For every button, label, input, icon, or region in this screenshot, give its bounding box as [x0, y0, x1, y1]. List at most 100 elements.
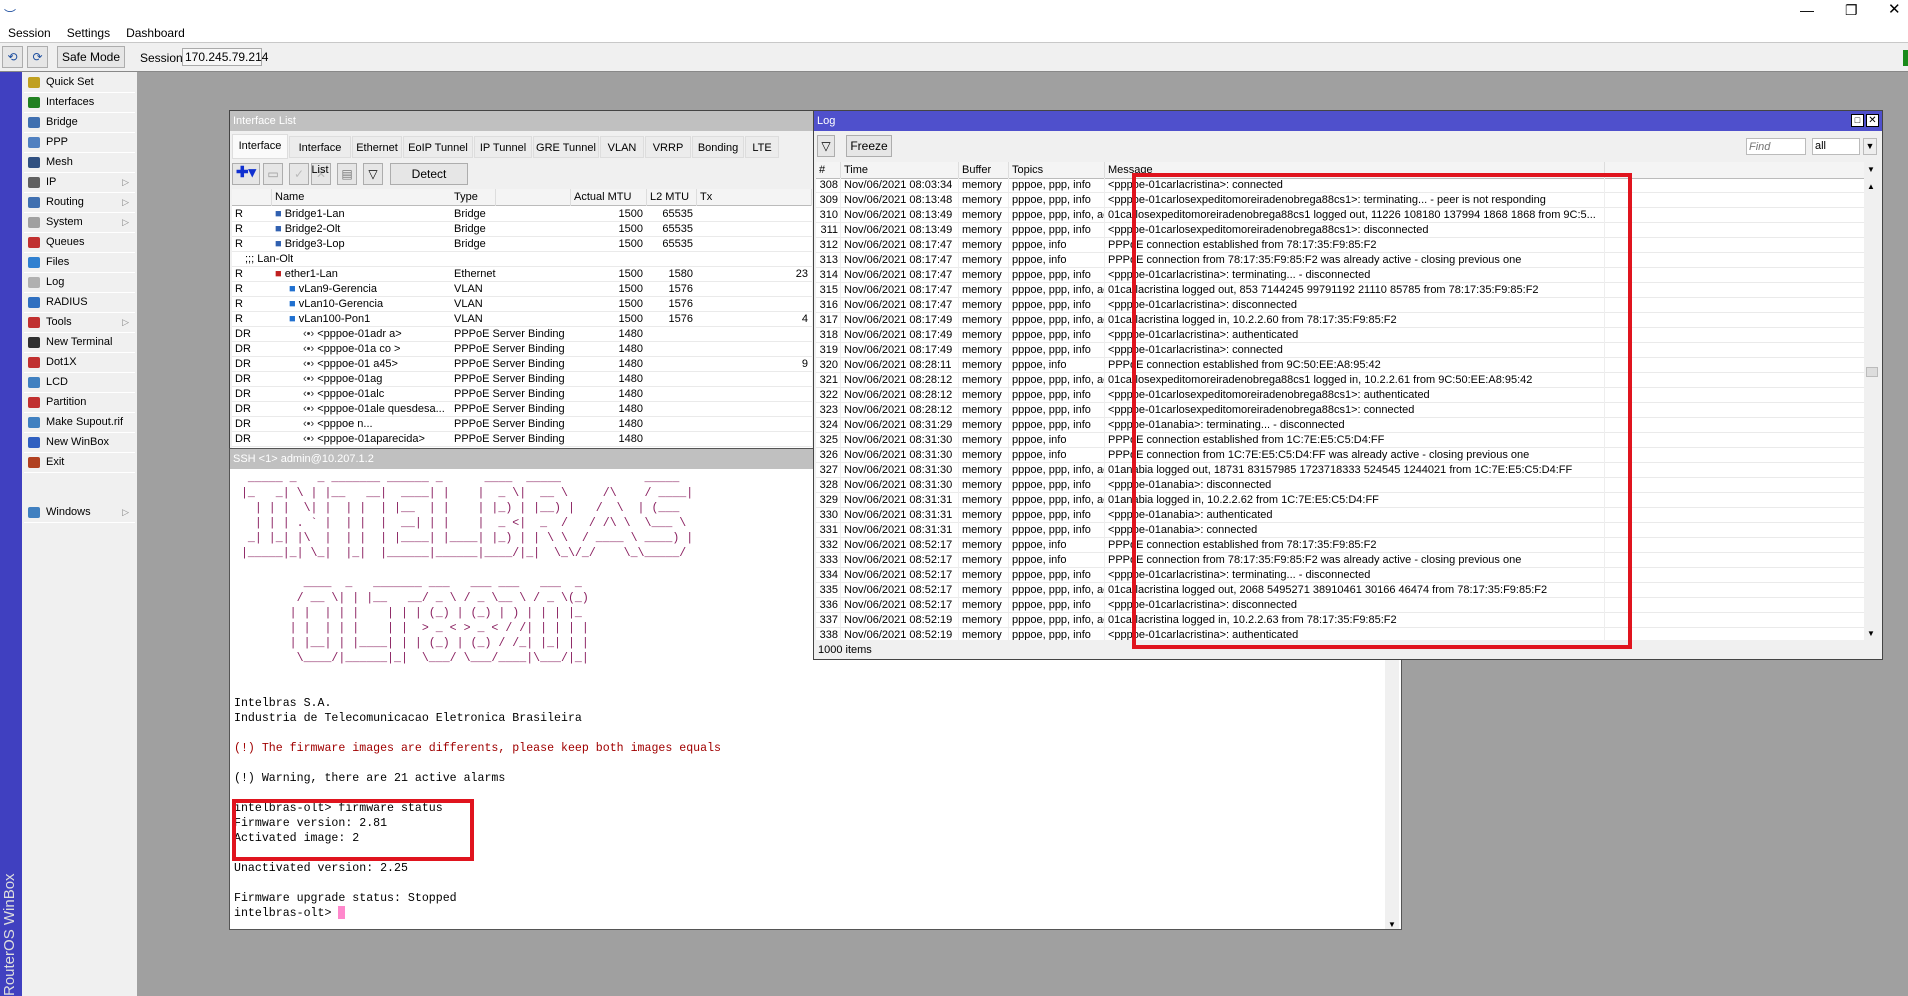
tab-lte[interactable]: LTE	[745, 136, 779, 158]
tab-interface[interactable]: Interface	[232, 134, 288, 159]
mtu-cell: 1500	[618, 298, 643, 310]
column-header[interactable]: Actual MTU	[571, 189, 647, 206]
submenu-arrow-icon: ▷	[122, 507, 129, 517]
column-header[interactable]: Buffer	[959, 162, 1009, 179]
sidebar-item-bridge[interactable]: Bridge	[24, 113, 135, 133]
sidebar-item-log[interactable]: Log	[24, 273, 135, 293]
sidebar-item-windows[interactable]: Windows ▷	[24, 503, 135, 523]
find-input[interactable]	[1746, 138, 1806, 155]
enable-button[interactable]: ✓	[289, 163, 309, 185]
close-window-button[interactable]: ✕	[1866, 114, 1879, 127]
safe-mode-button[interactable]: Safe Mode	[57, 46, 125, 68]
restore-button[interactable]: ❐	[1845, 0, 1858, 20]
sidebar-item-files[interactable]: Files	[24, 253, 135, 273]
menu-session[interactable]: Session	[0, 24, 59, 42]
table-row[interactable]: DR ‹•› <pppoe-01aparecida> PPPoE Server Bi…	[232, 432, 812, 447]
column-header[interactable]: Tx	[697, 189, 812, 206]
tab-eoip-tunnel[interactable]: EoIP Tunnel	[403, 136, 473, 158]
table-row[interactable]: R ■ ether1-Lan Ethernet 1500 1580 23	[232, 267, 812, 282]
sidebar-item-interfaces[interactable]: Interfaces	[24, 93, 135, 113]
tab-interface-list[interactable]: Interface List	[289, 136, 351, 176]
add-button[interactable]: ✚▾	[232, 163, 260, 185]
column-header[interactable]: Type	[451, 189, 571, 206]
sidebar-item-partition[interactable]: Partition	[24, 393, 135, 413]
table-row[interactable]: DR ‹•› <pppoe-01ale quesdesa... PPPoE Serv…	[232, 402, 812, 417]
undo-button[interactable]: ⟲	[2, 46, 23, 68]
sidebar-item-lcd[interactable]: LCD	[24, 373, 135, 393]
comment-button[interactable]: ▤	[337, 163, 357, 185]
sidebar-item-mesh[interactable]: Mesh	[24, 153, 135, 173]
table-row[interactable]: R ■ Bridge2-Olt Bridge 1500 65535	[232, 222, 812, 237]
flag-cell: R	[235, 298, 243, 310]
table-row[interactable]: DR ‹•› <pppoe-01ag PPPoE Server Binding 148…	[232, 372, 812, 387]
scroll-up-icon[interactable]: ▲	[1867, 182, 1875, 191]
scroll-down-icon[interactable]: ▼	[1867, 629, 1875, 638]
id-cell: 332	[816, 538, 841, 553]
tab-ip-tunnel[interactable]: IP Tunnel	[474, 136, 532, 158]
sidebar-item-radius[interactable]: RADIUS	[24, 293, 135, 313]
redo-button[interactable]: ⟳	[27, 46, 48, 68]
column-header[interactable]: #	[816, 162, 841, 179]
comment-row[interactable]: ;;; Lan-Olt	[232, 252, 812, 267]
dropdown-arrow-icon[interactable]: ▼	[1863, 138, 1877, 155]
session-field[interactable]: 170.245.79.214	[182, 48, 268, 66]
table-row[interactable]: DR ‹•› <pppoe-01alc PPPoE Server Binding 14…	[232, 387, 812, 402]
column-header[interactable]: Time	[841, 162, 959, 179]
flag-cell: DR	[235, 343, 251, 355]
buffer-cell: memory	[959, 283, 1009, 298]
sidebar-item-ppp[interactable]: PPP	[24, 133, 135, 153]
tab-ethernet[interactable]: Ethernet	[352, 136, 402, 158]
menu-dashboard[interactable]: Dashboard	[118, 24, 193, 42]
flag-cell: R	[235, 208, 243, 220]
table-row[interactable]: R ■ vLan9-Gerencia VLAN 1500 1576	[232, 282, 812, 297]
freeze-button[interactable]: Freeze	[846, 135, 892, 157]
submenu-arrow-icon: ▷	[122, 197, 129, 207]
filter-button[interactable]: ▽	[363, 163, 383, 185]
column-header[interactable]: Topics	[1009, 162, 1105, 179]
ip-icon	[28, 177, 40, 188]
flag-cell: R	[235, 238, 243, 250]
sidebar-item-system[interactable]: System ▷	[24, 213, 135, 233]
column-header[interactable]	[232, 189, 272, 206]
tab-vrrp[interactable]: VRRP	[645, 136, 691, 158]
sidebar-item-routing[interactable]: Routing ▷	[24, 193, 135, 213]
column-menu-icon[interactable]: ▼	[1867, 165, 1875, 174]
detect-internet-button[interactable]: Detect Internet	[390, 163, 468, 201]
table-row[interactable]: R ■ vLan10-Gerencia VLAN 1500 1576	[232, 297, 812, 312]
minimize-button[interactable]: —	[1800, 0, 1814, 20]
sidebar-item-ip[interactable]: IP ▷	[24, 173, 135, 193]
sidebar-item-new-winbox[interactable]: New WinBox	[24, 433, 135, 453]
scroll-down-icon[interactable]: ▼	[1388, 920, 1396, 929]
maximize-button[interactable]: □	[1851, 114, 1864, 127]
filter-button[interactable]: ▽	[817, 135, 835, 157]
id-cell: 323	[816, 403, 841, 418]
remove-button[interactable]: ▭	[263, 163, 283, 185]
sidebar-item-exit[interactable]: Exit	[24, 453, 135, 473]
sidebar-item-new-terminal[interactable]: New Terminal	[24, 333, 135, 353]
bridge-icon: ■	[275, 223, 285, 235]
tab-vlan[interactable]: VLAN	[600, 136, 644, 158]
sidebar-item-dot1x[interactable]: Dot1X	[24, 353, 135, 373]
windows-icon	[28, 507, 40, 518]
tab-bonding[interactable]: Bonding	[692, 136, 744, 158]
time-cell: Nov/06/2021 08:31:29	[841, 418, 959, 433]
table-row[interactable]: DR ‹•› <pppoe-01 a45> PPPoE Server Binding…	[232, 357, 812, 372]
sidebar-item-quick-set[interactable]: Quick Set	[24, 73, 135, 93]
menu-settings[interactable]: Settings	[59, 24, 118, 42]
filter-select[interactable]: all	[1812, 138, 1860, 155]
sidebar-item-make-supout-rif[interactable]: Make Supout.rif	[24, 413, 135, 433]
sidebar-item-tools[interactable]: Tools ▷	[24, 313, 135, 333]
sidebar-item-queues[interactable]: Queues	[24, 233, 135, 253]
column-header[interactable]: L2 MTU	[647, 189, 697, 206]
table-row[interactable]: R ■ Bridge1-Lan Bridge 1500 65535	[232, 207, 812, 222]
table-row[interactable]: R ■ vLan100-Pon1 VLAN 1500 1576 4	[232, 312, 812, 327]
close-button[interactable]: ✕	[1888, 0, 1901, 20]
table-row[interactable]: DR ‹•› <pppoe n... PPPoE Server Binding 148…	[232, 417, 812, 432]
table-row[interactable]: R ■ Bridge3-Lop Bridge 1500 65535	[232, 237, 812, 252]
table-row[interactable]: DR ‹•› <pppoe-01a co > PPPoE Server Bindin…	[232, 342, 812, 357]
table-row[interactable]: DR ‹•› <pppoe-01adr a> PPPoE Server Bindin…	[232, 327, 812, 342]
terminal-prompt-line[interactable]: intelbras-olt>	[234, 906, 1384, 921]
tab-gre-tunnel[interactable]: GRE Tunnel	[533, 136, 599, 158]
scroll-thumb[interactable]	[1866, 367, 1878, 377]
log-scrollbar[interactable]: ▼ ▲ ▼	[1864, 162, 1880, 640]
